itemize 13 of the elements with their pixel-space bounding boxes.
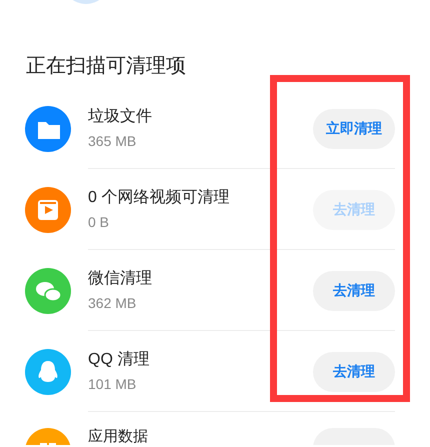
item-name: 0 个网络视频可清理 <box>88 188 230 208</box>
item-size: 0 B <box>88 213 110 232</box>
item-size: 101 MB <box>88 375 138 394</box>
item-name: QQ 清理 <box>88 350 150 370</box>
item-size: 365 MB <box>88 132 138 151</box>
item-name: 垃圾文件 <box>88 106 153 127</box>
section-title: 正在扫描可清理项 <box>26 54 187 78</box>
item-name: 应用数据 <box>88 428 149 445</box>
clean-button[interactable]: 立即清理 <box>313 108 395 148</box>
clean-button[interactable]: 去清理 <box>313 270 395 310</box>
clean-button[interactable]: 去清理 <box>313 352 395 392</box>
item-name: 微信清理 <box>88 268 153 289</box>
item-size: 362 MB <box>88 294 138 313</box>
